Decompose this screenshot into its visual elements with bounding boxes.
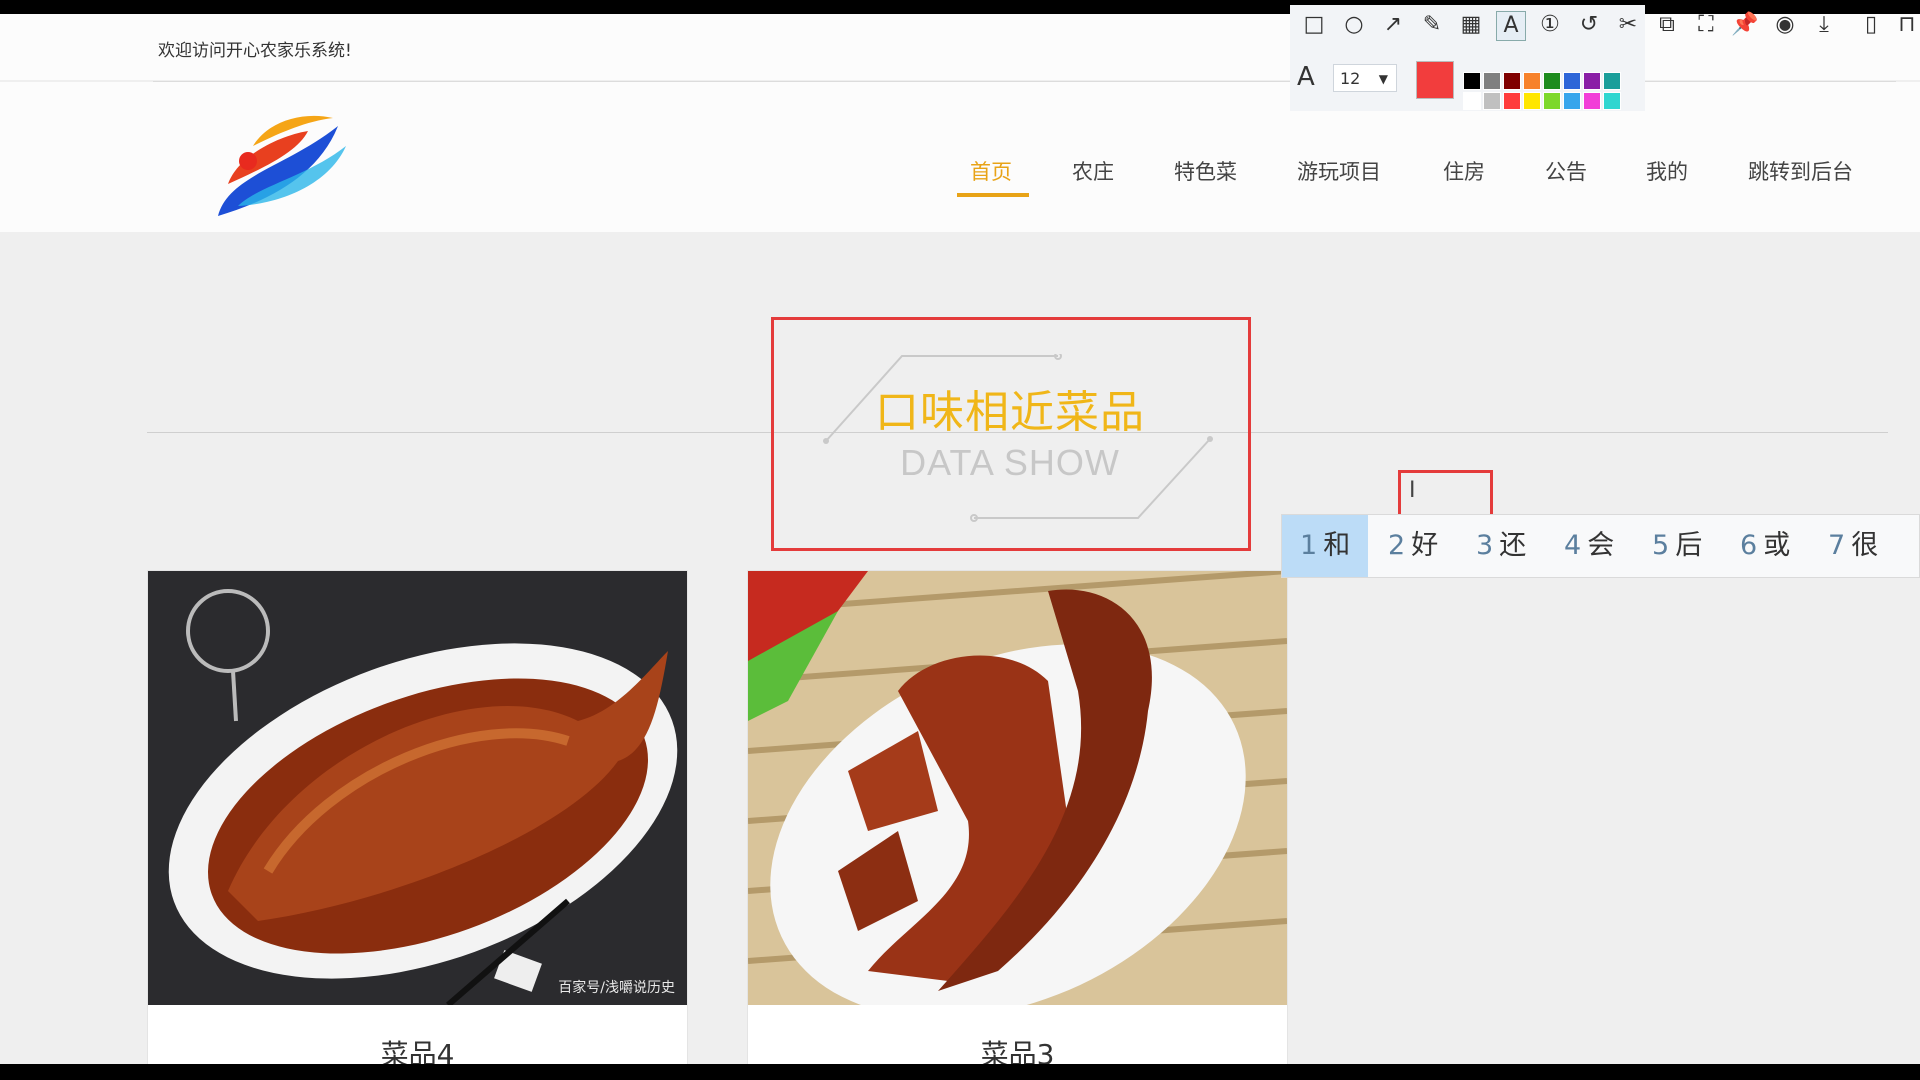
cut-icon[interactable]: ✂ — [1614, 11, 1642, 39]
nav-home[interactable]: 首页 — [970, 156, 1012, 186]
chevron-down-icon: ▼ — [1378, 72, 1388, 86]
text-cursor-icon: I — [1409, 478, 1416, 503]
color-swatch[interactable] — [1503, 92, 1521, 110]
color-swatch[interactable] — [1523, 92, 1541, 110]
color-swatch[interactable] — [1483, 92, 1501, 110]
ime-candidate-char: 后 — [1675, 530, 1703, 561]
ime-candidate-number: 7 — [1828, 530, 1846, 561]
site-logo[interactable] — [208, 106, 348, 226]
color-swatch[interactable] — [1483, 72, 1501, 90]
color-swatch[interactable] — [1563, 92, 1581, 110]
ime-candidate[interactable]: 7很 — [1810, 515, 1896, 577]
color-swatch[interactable] — [1583, 92, 1601, 110]
color-swatch[interactable] — [1563, 72, 1581, 90]
annotation-rectangle[interactable] — [771, 317, 1251, 551]
mosaic-icon[interactable]: ▦ — [1457, 11, 1485, 39]
undo-icon[interactable]: ↺ — [1575, 11, 1603, 39]
number-icon[interactable]: ① — [1536, 11, 1564, 39]
current-color-swatch[interactable] — [1416, 61, 1454, 99]
ime-candidate[interactable]: 1和 — [1282, 515, 1369, 577]
ime-candidate-char: 好 — [1411, 530, 1439, 561]
color-swatch[interactable] — [1503, 72, 1521, 90]
ime-candidate-number: 5 — [1652, 530, 1670, 561]
ime-candidate[interactable]: 6或 — [1722, 515, 1808, 577]
welcome-text: 欢迎访问开心农家乐系统! — [158, 41, 352, 61]
text-icon[interactable]: A — [1496, 11, 1526, 41]
font-icon: A — [1297, 62, 1315, 92]
ime-candidate-number: 6 — [1740, 530, 1758, 561]
color-swatch[interactable] — [1463, 72, 1481, 90]
bookmark-icon[interactable]: ⊓ — [1893, 11, 1920, 39]
font-size-select[interactable]: 12 ▼ — [1333, 64, 1397, 92]
download-icon[interactable]: ⤓ — [1810, 11, 1838, 39]
nav-special-dishes[interactable]: 特色菜 — [1174, 156, 1237, 186]
nav-admin[interactable]: 跳转到后台 — [1748, 156, 1853, 186]
nav-notice[interactable]: 公告 — [1545, 156, 1587, 186]
color-swatch[interactable] — [1543, 92, 1561, 110]
ime-candidate-number: 4 — [1564, 530, 1582, 561]
ime-candidate-char: 和 — [1323, 530, 1351, 561]
ime-candidate-char: 会 — [1587, 530, 1615, 561]
nav-activities[interactable]: 游玩项目 — [1297, 156, 1381, 186]
phone-icon[interactable]: ▯ — [1857, 11, 1885, 39]
ime-candidate-char: 或 — [1763, 530, 1791, 561]
ime-candidate-number: 2 — [1388, 530, 1406, 561]
dish-caption: 菜品3 — [980, 1038, 1055, 1064]
ime-candidate[interactable]: 2好 — [1370, 515, 1456, 577]
ime-candidate-bar: 1和2好3还4会5后6或7很 — [1281, 514, 1920, 578]
ime-candidate[interactable]: 4会 — [1546, 515, 1632, 577]
color-swatch[interactable] — [1543, 72, 1561, 90]
ime-candidate-number: 1 — [1300, 530, 1318, 561]
color-swatch[interactable] — [1523, 72, 1541, 90]
record-icon[interactable]: ◉ — [1771, 11, 1799, 39]
dish-caption: 菜品4 — [380, 1038, 455, 1064]
color-swatch[interactable] — [1603, 92, 1621, 110]
arrow-icon[interactable]: ↗ — [1379, 11, 1407, 39]
ellipse-icon[interactable]: ○ — [1340, 11, 1368, 39]
ocr-icon[interactable]: ⛶ — [1692, 11, 1720, 39]
nav-housing[interactable]: 住房 — [1443, 156, 1485, 186]
dish-photo[interactable] — [748, 571, 1287, 1005]
pencil-icon[interactable]: ✎ — [1418, 11, 1446, 39]
dish-card[interactable]: 菜品3 — [747, 570, 1288, 1064]
dish-card[interactable]: 百家号/浅嚼说历史 菜品4 — [147, 570, 688, 1064]
ime-candidate-char: 还 — [1499, 530, 1527, 561]
ime-candidate-char: 很 — [1851, 530, 1879, 561]
dish-photo[interactable] — [148, 571, 687, 1005]
font-size-value: 12 — [1340, 69, 1361, 88]
nav-mine[interactable]: 我的 — [1646, 156, 1688, 186]
ime-candidate-number: 3 — [1476, 530, 1494, 561]
ime-candidate[interactable]: 5后 — [1634, 515, 1720, 577]
pin-icon[interactable]: 📌 — [1731, 11, 1759, 39]
color-swatch[interactable] — [1583, 72, 1601, 90]
translate-icon[interactable]: ⧉ — [1653, 11, 1681, 39]
color-swatch[interactable] — [1463, 92, 1481, 110]
nav-farm[interactable]: 农庄 — [1072, 156, 1114, 186]
ime-candidate[interactable]: 3还 — [1458, 515, 1544, 577]
color-swatch[interactable] — [1603, 72, 1621, 90]
rectangle-icon[interactable]: □ — [1300, 11, 1328, 39]
nav-active-indicator — [957, 193, 1029, 197]
